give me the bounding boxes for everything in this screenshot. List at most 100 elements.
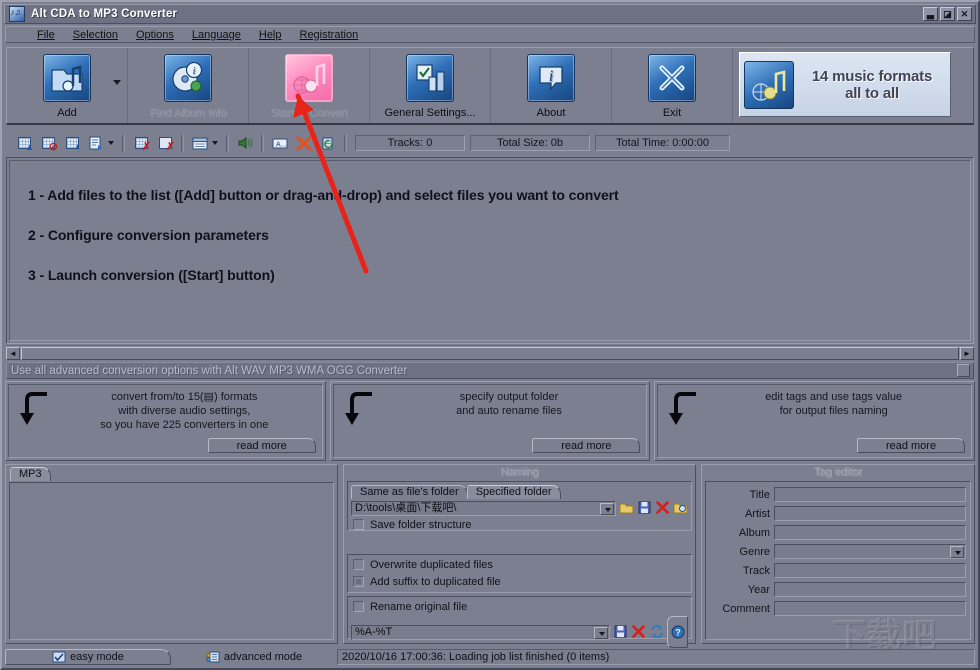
tag-input-artist[interactable] xyxy=(774,506,966,521)
toolbar-exit-label: Exit xyxy=(662,107,682,119)
menu-item-help[interactable]: Help xyxy=(250,28,291,42)
toolbar-button-general-settings[interactable]: General Settings... xyxy=(370,48,491,123)
read-more-button-output[interactable]: read more xyxy=(532,438,641,453)
play-sound-icon[interactable] xyxy=(235,134,255,153)
delete-red-x-icon[interactable] xyxy=(631,624,646,640)
delete-red-x-icon[interactable] xyxy=(294,134,314,153)
remove-selected-icon[interactable]: ✗ xyxy=(131,134,151,153)
refresh-list-icon[interactable] xyxy=(318,134,338,153)
remove-all-icon[interactable]: ✗ xyxy=(155,134,175,153)
toolbar-find-album-info-label: Find Album Info xyxy=(149,107,227,119)
tab-same-as-files-folder[interactable]: Same as file's folder xyxy=(351,485,468,499)
advert-bar-text: Use all advanced conversion options with… xyxy=(11,364,408,377)
add-suffix-checkbox[interactable] xyxy=(353,576,364,587)
minimize-button[interactable]: ▃ xyxy=(923,7,938,21)
maximize-button[interactable]: ◪ xyxy=(940,7,955,21)
tab-specified-folder[interactable]: Specified folder xyxy=(466,485,561,499)
rename-original-checkbox[interactable] xyxy=(353,601,364,612)
read-more-button-formats[interactable]: read more xyxy=(207,438,316,453)
refresh-icon[interactable] xyxy=(649,624,664,640)
menu-item-selection[interactable]: Selection xyxy=(64,28,127,42)
tab-mp3[interactable]: MP3 xyxy=(10,467,51,481)
tag-input-comment[interactable] xyxy=(774,601,966,616)
save-icon[interactable] xyxy=(637,501,652,516)
checkbox-overwrite-duplicated[interactable]: Overwrite duplicated files xyxy=(348,556,691,573)
add-dropdown-arrow[interactable] xyxy=(113,80,121,85)
advert-close-icon[interactable] xyxy=(957,364,970,377)
tag-row-album: Album xyxy=(706,523,970,542)
rename-pattern-dropdown-button[interactable] xyxy=(594,626,608,639)
toolbar-button-find-album-info[interactable]: i Find Album Info xyxy=(128,48,249,123)
rename-pattern-input[interactable]: %A-%T xyxy=(351,624,610,640)
file-list-area[interactable]: 1 - Add files to the list ([Add] button … xyxy=(6,157,974,344)
svg-text:?: ? xyxy=(675,628,681,638)
open-folder-icon[interactable] xyxy=(673,501,688,516)
advanced-mode-icon xyxy=(206,651,220,663)
tag-input-genre[interactable] xyxy=(774,544,966,559)
select-none-icon[interactable]: ⊘ xyxy=(38,134,58,153)
save-folder-structure-checkbox[interactable] xyxy=(353,519,364,530)
promo-banner[interactable]: 14 music formats all to all xyxy=(739,52,951,117)
tag-input-track[interactable] xyxy=(774,563,966,578)
browse-folder-icon[interactable] xyxy=(619,501,634,516)
output-folder-input[interactable]: D:\tools\桌面\下载吧\ xyxy=(351,501,616,516)
scroll-right-button[interactable]: ► xyxy=(960,346,974,360)
feature-panel-output-text: specify output folder and auto rename fi… xyxy=(378,390,641,418)
list-properties-icon[interactable] xyxy=(86,134,106,153)
tag-label-genre: Genre xyxy=(739,545,770,558)
tag-input-title[interactable] xyxy=(774,487,966,502)
advanced-mode-button[interactable]: advanced mode xyxy=(171,648,337,665)
view-mode-dropdown-arrow[interactable] xyxy=(212,141,218,145)
feature-panel-output-inner: specify output folder and auto rename fi… xyxy=(332,384,648,458)
menu-item-file[interactable]: File xyxy=(28,28,64,42)
checkbox-save-folder-structure[interactable]: Save folder structure xyxy=(348,516,691,533)
overwrite-duplicated-checkbox[interactable] xyxy=(353,559,364,570)
invert-selection-icon[interactable]: ◐ xyxy=(62,134,82,153)
tag-input-album[interactable] xyxy=(774,525,966,540)
list-properties-dropdown-arrow[interactable] xyxy=(108,141,114,145)
music-note-monitor-icon xyxy=(744,60,794,109)
format-tabstrip: MP3 xyxy=(6,465,337,481)
toolbar-separator-1 xyxy=(122,134,125,152)
application-window: Alt CDA to MP3 Converter ▃ ◪ ✕ File Sele… xyxy=(0,0,980,670)
close-button[interactable]: ✕ xyxy=(957,7,972,21)
view-mode-icon[interactable] xyxy=(190,134,210,153)
toolbar-button-about[interactable]: i About xyxy=(491,48,612,123)
menu-registration-label: Registration xyxy=(299,28,359,41)
tag-label-artist: Artist xyxy=(744,507,770,520)
toolbar-button-start-to-convert[interactable]: Start to Convert xyxy=(249,48,370,123)
advanced-mode-label: advanced mode xyxy=(223,650,303,663)
scroll-thumb[interactable] xyxy=(21,346,959,360)
menu-item-language[interactable]: Language xyxy=(183,28,250,42)
genre-dropdown-button[interactable] xyxy=(950,546,964,558)
feature-panel-formats-inner: convert from/to 15(▤) formats with diver… xyxy=(8,384,323,458)
checkbox-rename-original[interactable]: Rename original file xyxy=(348,598,691,615)
formats-line-1: convert from/to 15(▤) formats xyxy=(111,391,258,403)
easy-mode-button[interactable]: easy mode xyxy=(5,648,171,665)
select-all-icon[interactable]: ▲ xyxy=(14,134,34,153)
toolbar-button-exit[interactable]: Exit xyxy=(612,48,733,123)
add-suffix-label: Add suffix to duplicated file xyxy=(370,575,501,588)
list-horizontal-scrollbar[interactable]: ◄ ► xyxy=(6,345,974,360)
read-more-button-tags[interactable]: read more xyxy=(857,438,966,453)
delete-red-x-icon[interactable] xyxy=(655,501,670,516)
toolbar-separator-2 xyxy=(181,134,184,152)
naming-rename-group: Rename original file %A-%T ? xyxy=(347,596,692,648)
rename-original-label: Rename original file xyxy=(370,600,468,613)
toolbar-button-add[interactable]: Add xyxy=(7,48,128,123)
scroll-left-button[interactable]: ◄ xyxy=(6,346,20,360)
rename-tag-icon[interactable]: A... xyxy=(270,134,290,153)
tag-editor-fields: Title Artist Album Genre Track Year Comm… xyxy=(705,481,971,640)
formats-line-3: so you have 225 converters in one xyxy=(100,419,269,431)
advert-bar[interactable]: Use all advanced conversion options with… xyxy=(6,362,974,379)
menu-item-registration[interactable]: Registration xyxy=(291,28,368,42)
menu-item-options[interactable]: Options xyxy=(127,28,183,42)
format-settings-area[interactable] xyxy=(9,482,334,640)
feature-panel-formats-text: convert from/to 15(▤) formats with diver… xyxy=(53,390,316,432)
checkbox-add-suffix[interactable]: Add suffix to duplicated file xyxy=(348,573,691,590)
help-button[interactable]: ? xyxy=(667,616,688,648)
tag-input-year[interactable] xyxy=(774,582,966,597)
save-icon[interactable] xyxy=(613,625,628,640)
output-folder-dropdown-button[interactable] xyxy=(600,503,614,515)
convert-music-icon xyxy=(285,54,333,102)
